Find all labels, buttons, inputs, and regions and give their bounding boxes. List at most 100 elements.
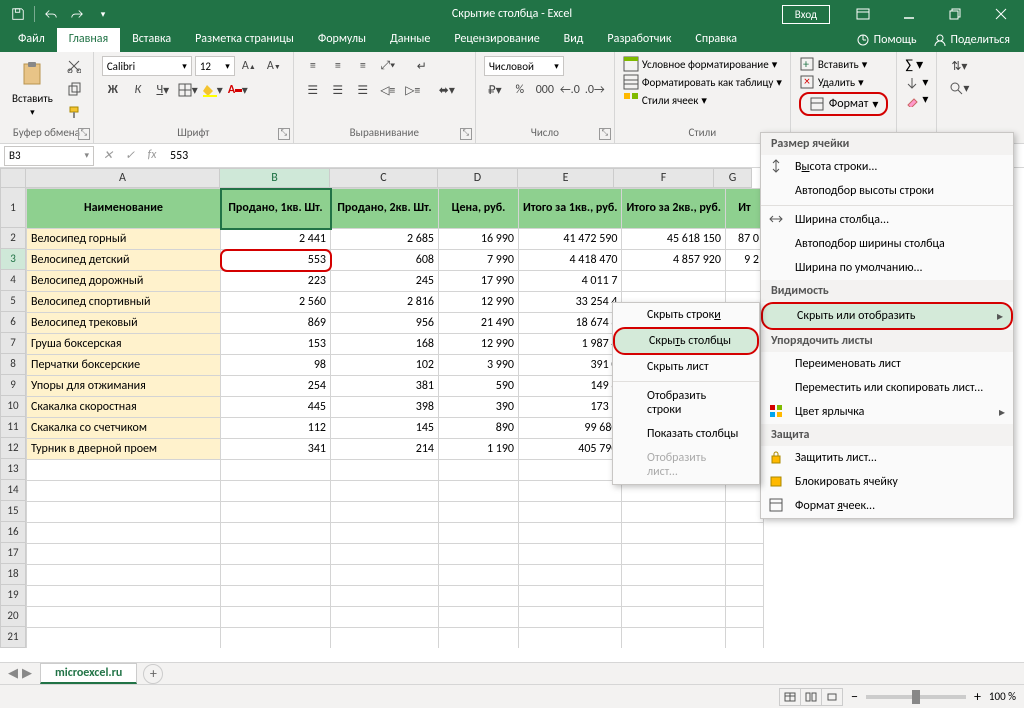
cell[interactable]: 608 xyxy=(331,250,439,271)
cell[interactable]: 149 8 xyxy=(519,376,622,397)
cell[interactable]: Скакалка со счетчиком xyxy=(27,418,221,439)
tab-home[interactable]: Главная xyxy=(57,28,120,52)
clipboard-launcher[interactable]: ⤡ xyxy=(78,128,90,140)
row-header[interactable]: 17 xyxy=(0,543,26,564)
sort-filter-icon[interactable]: ⇅▾ xyxy=(945,56,973,76)
zoom-out-button[interactable]: − xyxy=(851,688,858,705)
submenu-show-rows[interactable]: Отобразить строки xyxy=(613,384,759,422)
view-page-layout-icon[interactable] xyxy=(800,688,822,706)
cell[interactable]: 98 xyxy=(221,355,331,376)
insert-cells-button[interactable]: +Вставить▾ xyxy=(799,56,867,72)
cell[interactable]: 4 418 470 xyxy=(519,250,622,271)
col-header-d[interactable]: D xyxy=(438,168,518,188)
save-icon[interactable] xyxy=(6,2,30,26)
cell[interactable]: 17 990 xyxy=(439,271,519,292)
cell[interactable] xyxy=(725,271,763,292)
zoom-slider[interactable] xyxy=(866,695,966,699)
share-button[interactable]: Поделиться xyxy=(927,33,1016,47)
cut-icon[interactable] xyxy=(63,56,85,76)
cell[interactable]: 956 xyxy=(331,313,439,334)
cell[interactable]: 145 xyxy=(331,418,439,439)
indent-increase-icon[interactable]: ▷≡ xyxy=(402,80,424,100)
cell[interactable]: 445 xyxy=(221,397,331,418)
cell[interactable]: 341 xyxy=(221,439,331,460)
wrap-text-icon[interactable]: ↵ xyxy=(402,56,442,76)
submenu-hide-sheet[interactable]: Скрыть лист xyxy=(613,355,759,379)
alignment-launcher[interactable]: ⤡ xyxy=(460,128,472,140)
cell[interactable]: 2 685 xyxy=(331,229,439,250)
tell-me[interactable]: Помощь xyxy=(850,33,923,47)
fill-color-icon[interactable]: ▾ xyxy=(202,80,224,100)
qat-dropdown-icon[interactable]: ▾ xyxy=(91,2,115,26)
cell[interactable]: 254 xyxy=(221,376,331,397)
sheet-prev-icon[interactable]: ◀ xyxy=(8,666,18,681)
menu-autofit-col[interactable]: Автоподбор ширины столбца xyxy=(761,232,1013,256)
row-header[interactable]: 6 xyxy=(0,312,26,333)
merge-cells-icon[interactable]: ⬌▾ xyxy=(427,80,467,100)
fill-icon[interactable]: ▾ xyxy=(905,75,928,90)
align-middle-icon[interactable]: ≡ xyxy=(327,56,349,76)
col-header-a[interactable]: A xyxy=(26,168,220,188)
cell[interactable]: 33 254 4 xyxy=(519,292,622,313)
row-header[interactable]: 3 xyxy=(0,249,26,270)
cell[interactable]: 41 472 590 xyxy=(519,229,622,250)
cell[interactable]: Турник в дверной проем xyxy=(27,439,221,460)
col-header-b[interactable]: B xyxy=(220,168,330,188)
tab-view[interactable]: Вид xyxy=(552,28,596,52)
cell[interactable]: 398 xyxy=(331,397,439,418)
close-icon[interactable] xyxy=(978,0,1024,28)
cell[interactable]: 12 990 xyxy=(439,334,519,355)
menu-autofit-row[interactable]: Автоподбор высоты строки xyxy=(761,179,1013,203)
cell[interactable]: 18 674 8 xyxy=(519,313,622,334)
cell[interactable]: 390 xyxy=(439,397,519,418)
row-header[interactable]: 14 xyxy=(0,480,26,501)
zoom-in-button[interactable]: + xyxy=(974,688,981,705)
italic-icon[interactable]: К xyxy=(127,80,149,100)
cell[interactable]: 553 xyxy=(221,250,331,271)
grow-font-icon[interactable]: A▲ xyxy=(238,56,260,76)
cell[interactable]: Велосипед трековый xyxy=(27,313,221,334)
cell[interactable]: 9 2 xyxy=(725,250,763,271)
menu-format-cells[interactable]: Формат ячеек... xyxy=(761,494,1013,518)
tab-data[interactable]: Данные xyxy=(378,28,442,52)
view-page-break-icon[interactable] xyxy=(821,688,843,706)
row-header[interactable]: 2 xyxy=(0,228,26,249)
cell[interactable]: 2 441 xyxy=(221,229,331,250)
menu-lock-cell[interactable]: Блокировать ячейку xyxy=(761,470,1013,494)
row-header[interactable]: 1 xyxy=(0,188,26,228)
new-sheet-button[interactable]: + xyxy=(143,664,163,684)
cell[interactable]: Скакалка скоростная xyxy=(27,397,221,418)
indent-decrease-icon[interactable]: ◁≡ xyxy=(377,80,399,100)
bold-icon[interactable]: Ж xyxy=(102,80,124,100)
tab-developer[interactable]: Разработчик xyxy=(595,28,683,52)
cell[interactable]: 168 xyxy=(331,334,439,355)
cell[interactable]: 245 xyxy=(331,271,439,292)
format-as-table-button[interactable]: Форматировать как таблицу▾ xyxy=(623,74,782,90)
tab-layout[interactable]: Разметка страницы xyxy=(183,28,306,52)
tab-insert[interactable]: Вставка xyxy=(120,28,183,52)
cell[interactable]: 1 987 4 xyxy=(519,334,622,355)
font-color-icon[interactable]: A▾ xyxy=(227,80,249,100)
cell[interactable]: 112 xyxy=(221,418,331,439)
row-header[interactable]: 13 xyxy=(0,459,26,480)
col-header-c[interactable]: C xyxy=(330,168,438,188)
submenu-hide-rows[interactable]: Скрыть строки xyxy=(613,303,759,327)
cell[interactable]: 12 990 xyxy=(439,292,519,313)
cell[interactable] xyxy=(622,271,725,292)
row-header[interactable]: 16 xyxy=(0,522,26,543)
cell[interactable]: Упоры для отжимания xyxy=(27,376,221,397)
align-center-icon[interactable]: ☰ xyxy=(327,80,349,100)
col-header-e[interactable]: E xyxy=(518,168,614,188)
row-header[interactable]: 11 xyxy=(0,417,26,438)
font-name-select[interactable]: Calibri▾ xyxy=(102,56,192,76)
cell[interactable]: 391 0 xyxy=(519,355,622,376)
tab-file[interactable]: Файл xyxy=(6,28,57,52)
cell[interactable]: 4 857 920 xyxy=(622,250,725,271)
cell[interactable]: 3 990 xyxy=(439,355,519,376)
align-right-icon[interactable]: ☰ xyxy=(352,80,374,100)
row-header[interactable]: 12 xyxy=(0,438,26,459)
find-select-icon[interactable]: ▾ xyxy=(945,78,973,98)
cell[interactable]: 4 011 7 xyxy=(519,271,622,292)
cell[interactable]: 590 xyxy=(439,376,519,397)
cell-styles-button[interactable]: Стили ячеек▾ xyxy=(623,92,707,108)
